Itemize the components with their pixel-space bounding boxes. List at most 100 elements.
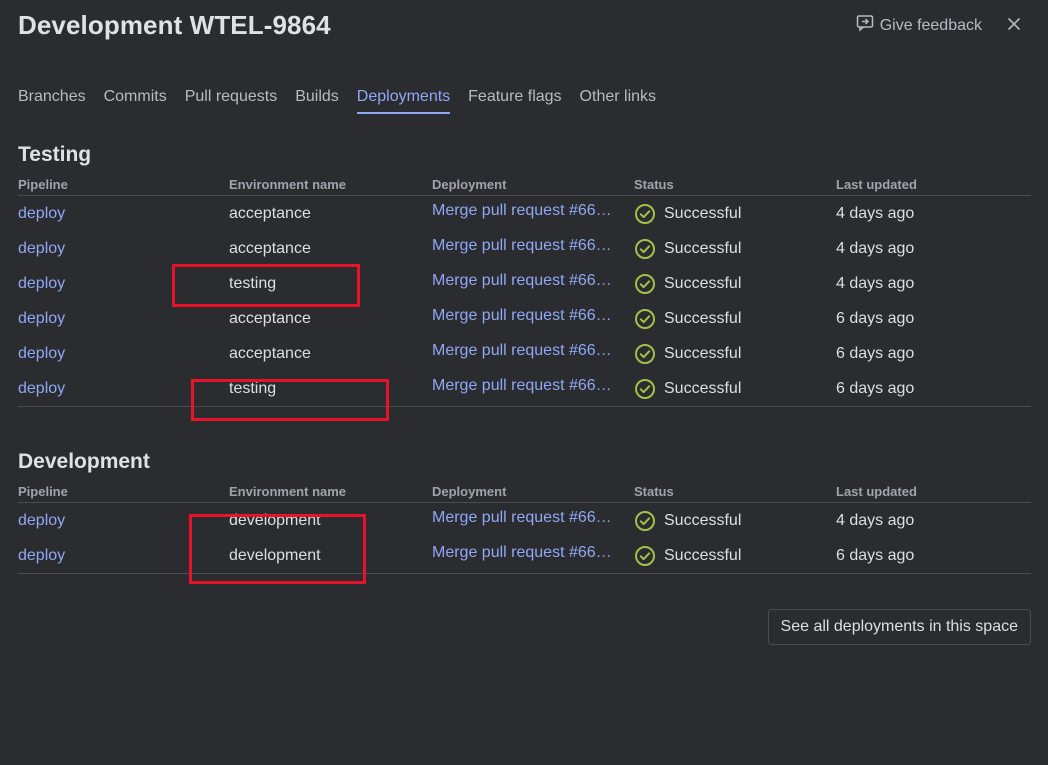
deployment-link[interactable]: Merge pull request #66… — [432, 237, 612, 255]
pipeline-link[interactable]: deploy — [18, 512, 65, 529]
table-body: deploy acceptance Merge pull request #66… S… — [18, 196, 1031, 406]
table-divider — [18, 573, 1031, 574]
check-circle-icon — [634, 378, 656, 400]
table-row: deploy testing Merge pull request #66… Succ… — [18, 266, 1031, 301]
column-header-environment: Environment name — [229, 176, 347, 192]
status-label: Successful — [664, 511, 742, 529]
last-updated: 4 days ago — [836, 511, 915, 529]
last-updated: 6 days ago — [836, 309, 915, 327]
status-badge: Successful — [634, 273, 836, 295]
status-badge: Successful — [634, 343, 836, 365]
check-circle-icon — [634, 510, 656, 532]
status-label: Successful — [664, 274, 742, 292]
tab-builds[interactable]: Builds — [295, 88, 339, 114]
status-label: Successful — [664, 344, 742, 362]
pipeline-link[interactable]: deploy — [18, 547, 65, 564]
table-header: Pipeline Environment name Deployment Sta… — [18, 480, 1031, 503]
tab-branches[interactable]: Branches — [18, 88, 86, 114]
section-title: Development — [18, 450, 150, 473]
status-label: Successful — [664, 379, 742, 397]
deployment-link[interactable]: Merge pull request #66… — [432, 544, 612, 562]
status-badge: Successful — [634, 378, 836, 400]
column-header-pipeline: Pipeline — [18, 483, 68, 499]
status-badge: Successful — [634, 308, 836, 330]
status-badge: Successful — [634, 545, 836, 567]
check-circle-icon — [634, 545, 656, 567]
pipeline-link[interactable]: deploy — [18, 205, 65, 222]
table-divider — [18, 406, 1031, 407]
development-section: Development Pipeline Environment name De… — [18, 450, 1031, 574]
column-header-status: Status — [634, 483, 674, 499]
environment-name: acceptance — [229, 309, 311, 327]
status-label: Successful — [664, 546, 742, 564]
column-header-environment: Environment name — [229, 483, 347, 499]
table-header: Pipeline Environment name Deployment Sta… — [18, 173, 1031, 196]
tab-deployments[interactable]: Deployments — [356, 88, 451, 114]
environment-name: testing — [229, 379, 277, 397]
panel-header: Development WTEL-9864 Give feedback — [18, 8, 1030, 44]
environment-name: acceptance — [229, 239, 311, 257]
tab-feature-flags[interactable]: Feature flags — [468, 88, 561, 114]
column-header-pipeline: Pipeline — [18, 176, 68, 192]
page-title: Development WTEL-9864 — [18, 10, 331, 40]
status-badge: Successful — [634, 203, 836, 225]
last-updated: 6 days ago — [836, 344, 915, 362]
table-row: deploy testing Merge pull request #66… Succ… — [18, 371, 1031, 406]
table-row: deploy development Merge pull request #66…… — [18, 503, 1031, 538]
last-updated: 4 days ago — [836, 204, 915, 222]
table-row: deploy acceptance Merge pull request #66… S… — [18, 231, 1031, 266]
tab-other-links[interactable]: Other links — [580, 88, 656, 114]
column-header-deployment: Deployment — [432, 176, 507, 192]
check-circle-icon — [634, 343, 656, 365]
give-feedback-label: Give feedback — [879, 16, 982, 34]
last-updated: 6 days ago — [836, 546, 915, 564]
table-row: deploy acceptance Merge pull request #66… S… — [18, 196, 1031, 231]
pipeline-link[interactable]: deploy — [18, 345, 65, 362]
column-header-deployment: Deployment — [432, 483, 507, 499]
testing-section: Testing Pipeline Environment name Deploy… — [18, 143, 1031, 407]
last-updated: 4 days ago — [836, 274, 915, 292]
environment-name: development — [229, 546, 321, 564]
deployment-link[interactable]: Merge pull request #66… — [432, 307, 612, 325]
deployments-panel: Development WTEL-9864 Give feedback Bran… — [0, 0, 1048, 765]
status-label: Successful — [664, 204, 742, 222]
tab-pull-requests[interactable]: Pull requests — [185, 88, 278, 114]
check-circle-icon — [634, 203, 656, 225]
deployment-link[interactable]: Merge pull request #66… — [432, 377, 612, 395]
environment-name: testing — [229, 274, 277, 292]
table-row: deploy acceptance Merge pull request #66… S… — [18, 336, 1031, 371]
tab-bar: Branches Commits Pull requests Builds De… — [18, 88, 656, 114]
feedback-icon — [856, 14, 874, 37]
check-circle-icon — [634, 273, 656, 295]
check-circle-icon — [634, 238, 656, 260]
deployment-link[interactable]: Merge pull request #66… — [432, 509, 612, 527]
column-header-status: Status — [634, 176, 674, 192]
deployment-link[interactable]: Merge pull request #66… — [432, 202, 612, 220]
deployment-link[interactable]: Merge pull request #66… — [432, 342, 612, 360]
give-feedback-button[interactable]: Give feedback — [856, 14, 982, 37]
table-row: deploy development Merge pull request #66…… — [18, 538, 1031, 573]
deployment-link[interactable]: Merge pull request #66… — [432, 272, 612, 290]
column-header-last-updated: Last updated — [836, 176, 917, 192]
status-badge: Successful — [634, 510, 836, 532]
tab-commits[interactable]: Commits — [104, 88, 167, 114]
table-body: deploy development Merge pull request #66…… — [18, 503, 1031, 573]
see-all-deployments-button[interactable]: See all deployments in this space — [767, 609, 1031, 645]
section-title: Testing — [18, 143, 92, 166]
column-header-last-updated: Last updated — [836, 483, 917, 499]
last-updated: 4 days ago — [836, 239, 915, 257]
status-label: Successful — [664, 239, 742, 257]
close-icon[interactable] — [1004, 14, 1024, 34]
pipeline-link[interactable]: deploy — [18, 380, 65, 397]
pipeline-link[interactable]: deploy — [18, 310, 65, 327]
status-label: Successful — [664, 309, 742, 327]
environment-name: development — [229, 511, 321, 529]
pipeline-link[interactable]: deploy — [18, 240, 65, 257]
check-circle-icon — [634, 308, 656, 330]
last-updated: 6 days ago — [836, 379, 915, 397]
table-row: deploy acceptance Merge pull request #66… S… — [18, 301, 1031, 336]
status-badge: Successful — [634, 238, 836, 260]
pipeline-link[interactable]: deploy — [18, 275, 65, 292]
environment-name: acceptance — [229, 344, 311, 362]
environment-name: acceptance — [229, 204, 311, 222]
